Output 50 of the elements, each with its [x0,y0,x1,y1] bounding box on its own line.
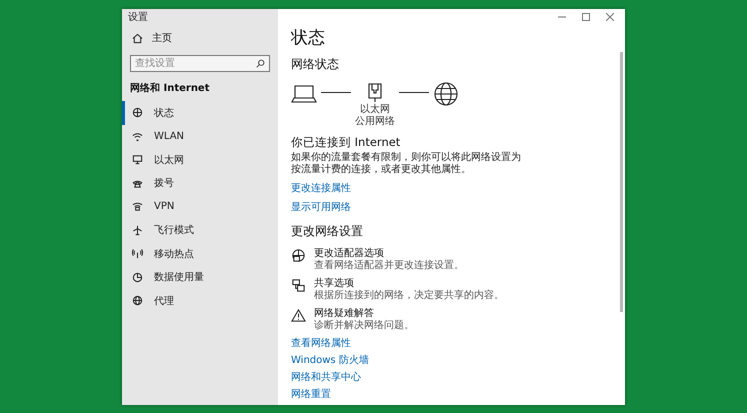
monitor-icon [132,154,143,166]
home-nav-item[interactable]: 主页 [122,28,278,48]
phone-icon [132,178,143,189]
link[interactable]: 查看网络属性 [291,338,369,350]
window-title: 设置 [128,12,148,23]
vpn-icon [132,201,143,212]
sidebar-item[interactable]: WLAN [122,124,278,148]
search-field[interactable]: 查找设置 [130,55,270,72]
sidebar-item[interactable]: 代理 [122,289,278,312]
globe-icon [433,81,459,107]
link[interactable]: Windows 防火墙 [291,355,369,367]
globe-icon [132,295,143,306]
adapter-label: 以太网 [360,104,390,115]
search-icon [256,59,265,68]
sidebar-item[interactable]: 移动热点 [122,242,278,266]
option-title[interactable]: 网络疑难解答 [314,308,414,320]
connection-description: 如果你的流量套餐有限制，则你可以将此网络设置为按流量计费的连接，或者更改其他属性。 [291,152,522,176]
section-heading: 网络和 Internet [129,82,210,96]
sidebar-item[interactable]: 状态 [122,101,278,124]
globe-icon [132,107,143,118]
link[interactable]: 更改连接属性 [291,183,351,195]
link[interactable]: 网络和共享中心 [291,372,369,384]
close-icon [606,12,614,20]
maximize-icon [582,12,590,20]
pie-chart-icon [132,272,143,283]
warning-icon [291,308,306,323]
wifi-icon [132,130,143,142]
adapter-globe-icon [291,248,306,263]
option-description: 诊断并解决网络问题。 [314,320,414,331]
link[interactable]: 显示可用网络 [291,202,351,214]
option-title[interactable]: 共享选项 [314,278,504,290]
sharing-icon [291,278,306,293]
option-description: 根据所连接到的网络，决定要共享的内容。 [314,290,504,301]
option-title[interactable]: 更改适配器选项 [314,248,464,260]
sidebar-item[interactable]: 拨号 [122,172,278,195]
section-heading: 网络状态 [291,56,339,73]
page-title: 状态 [291,27,325,49]
hotspot-icon [132,248,143,260]
option-description: 查看网络适配器并更改连接设置。 [314,260,464,271]
connection-heading: 你已连接到 Internet [291,135,400,150]
airplane-icon [132,224,143,236]
sidebar-item[interactable]: 数据使用量 [122,266,278,289]
sidebar-item[interactable]: 飞行模式 [122,218,278,242]
section-heading: 更改网络设置 [291,223,363,240]
home-icon [132,32,143,44]
link[interactable]: 网络重置 [291,389,369,401]
sidebar-item[interactable]: VPN [122,195,278,218]
sidebar-item[interactable]: 以太网 [122,148,278,172]
scrollbar[interactable] [620,52,623,312]
network-type-label: 公用网络 [355,116,395,127]
